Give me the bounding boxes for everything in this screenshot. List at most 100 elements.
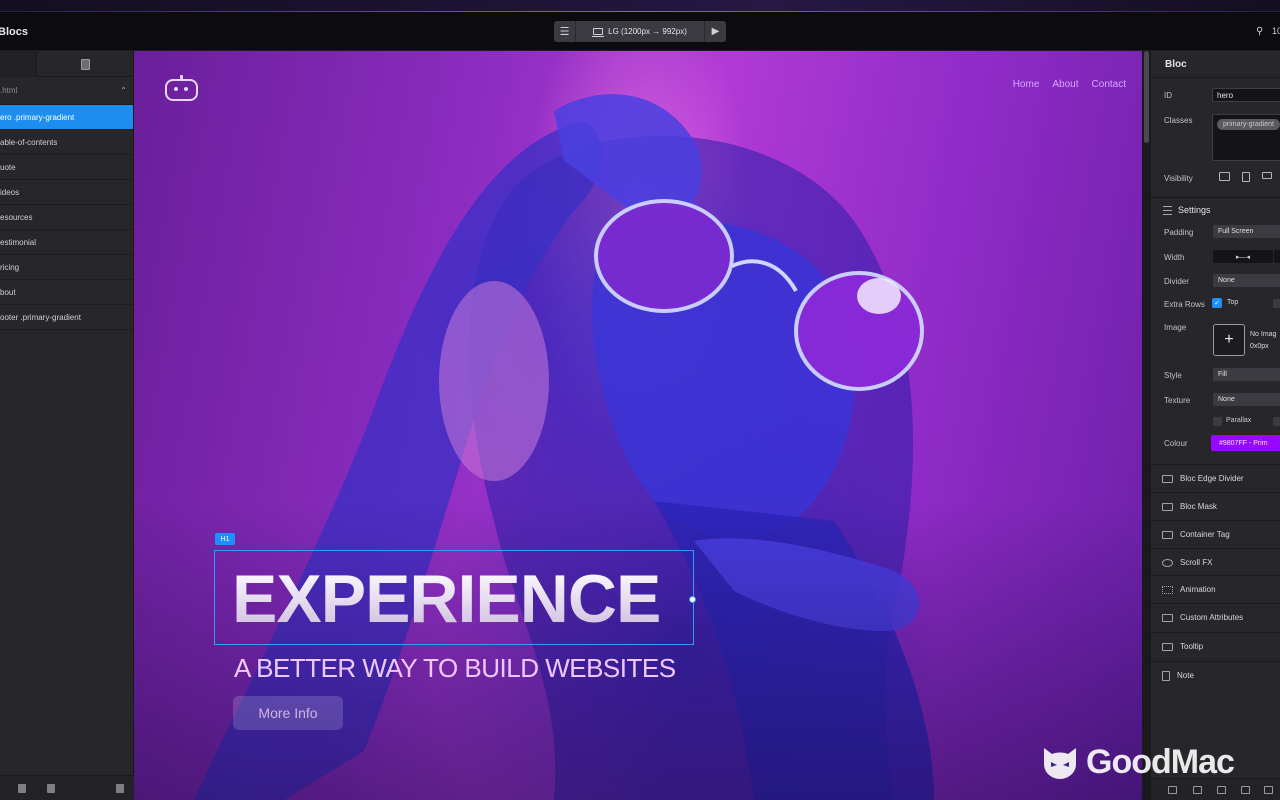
note-icon (1162, 670, 1170, 681)
style-select[interactable]: Fill (1213, 368, 1280, 381)
move-up-icon[interactable] (18, 784, 26, 793)
code-icon[interactable] (1168, 786, 1177, 794)
section-note[interactable]: Note (1151, 661, 1280, 689)
zoom-level[interactable]: 10 (1272, 26, 1280, 36)
bloc-item-resources[interactable]: esources (0, 205, 133, 230)
scroll-fx-icon (1162, 558, 1173, 567)
resize-handle[interactable] (689, 596, 696, 603)
site-nav: Home About Contact (1013, 79, 1126, 90)
width-label: Width (1164, 253, 1185, 262)
settings-title: Settings (1178, 205, 1211, 215)
hero-headline[interactable]: EXPERIENCE (232, 559, 661, 639)
device-breakpoint[interactable]: LG (1200px → 992px) (576, 21, 704, 42)
device-breakpoint-label: LG (1200px → 992px) (608, 27, 687, 36)
section-label: Custom Attributes (1180, 613, 1244, 622)
section-custom-attributes[interactable]: Custom Attributes (1151, 603, 1280, 631)
parallax-extra-checkbox[interactable] (1273, 417, 1280, 426)
section-label: Scroll FX (1180, 558, 1213, 567)
bloc-item-pricing[interactable]: ricing (0, 255, 133, 280)
preview-play-icon[interactable]: ▶ (704, 21, 726, 42)
brush-icon[interactable] (1217, 786, 1226, 794)
edge-divider-icon (1162, 474, 1173, 483)
bloc-item-about[interactable]: bout (0, 280, 133, 305)
window-toolbar: Blocs ☰ LG (1200px → 992px) ▶ ⚲ 10 (0, 0, 1280, 51)
list-icon[interactable] (1241, 786, 1250, 794)
section-animation[interactable]: Animation (1151, 575, 1280, 603)
bloc-item-table-of-contents[interactable]: able-of-contents (0, 130, 133, 155)
width-toggle-contained[interactable]: ▸—◂ (1213, 250, 1273, 263)
bloc-item-videos[interactable]: ideos (0, 180, 133, 205)
tab-blocs[interactable] (0, 51, 37, 77)
image-name: No Imag (1250, 331, 1277, 338)
robot-logo-icon[interactable] (165, 75, 198, 101)
layout-icon[interactable] (1264, 786, 1273, 794)
mask-icon (1162, 502, 1173, 511)
section-label: Animation (1180, 585, 1216, 594)
section-bloc-edge-divider[interactable]: Bloc Edge Divider (1151, 464, 1280, 492)
width-toggle-full[interactable] (1274, 250, 1280, 263)
bloc-item-testimonial[interactable]: estimonial (0, 230, 133, 255)
canvas-scrollbar[interactable] (1142, 51, 1151, 800)
colour-select[interactable]: #9807FF - Prim (1211, 435, 1280, 451)
section-scroll-fx[interactable]: Scroll FX (1151, 548, 1280, 576)
add-image-button[interactable]: + (1213, 324, 1245, 356)
bloc-list: ero .primary-gradient able-of-contents u… (0, 105, 133, 330)
padding-select[interactable]: Full Screen (1213, 225, 1280, 238)
classes-input[interactable]: primary-gradient (1212, 114, 1280, 161)
texture-select[interactable]: None (1213, 393, 1280, 406)
section-tooltip[interactable]: Tooltip (1151, 632, 1280, 660)
image-size: 0x0px (1250, 343, 1269, 350)
parallax-checkbox[interactable] (1213, 417, 1222, 426)
divider-select[interactable]: None (1213, 274, 1280, 287)
image-icon[interactable] (1193, 786, 1202, 794)
tablet-visibility-icon[interactable] (1242, 172, 1250, 182)
section-container-tag[interactable]: Container Tag (1151, 520, 1280, 548)
divider-line (1151, 197, 1280, 198)
desktop-visibility-icon[interactable] (1219, 172, 1230, 181)
extra-rows-bottom-checkbox[interactable] (1273, 299, 1280, 308)
more-info-button[interactable]: More Info (233, 696, 343, 730)
nav-link-about[interactable]: About (1052, 79, 1078, 90)
canvas-scrollbar-thumb[interactable] (1144, 51, 1149, 143)
bloc-item-hero[interactable]: ero .primary-gradient (0, 105, 133, 130)
page-file-name: .html (0, 86, 18, 95)
extra-rows-top-checkbox[interactable]: ✓ (1212, 298, 1222, 308)
visibility-toggles (1219, 172, 1272, 182)
section-bloc-mask[interactable]: Bloc Mask (1151, 492, 1280, 520)
goodmac-watermark: GoodMac (1040, 742, 1235, 782)
id-input[interactable]: hero (1212, 88, 1280, 102)
bloc-item-quote[interactable]: uote (0, 155, 133, 180)
page-selector[interactable]: .html ⌃ (0, 77, 133, 105)
class-chip[interactable]: primary-gradient (1217, 119, 1280, 130)
texture-label: Texture (1164, 396, 1191, 405)
nav-link-home[interactable]: Home (1013, 79, 1040, 90)
inspector-title: Bloc (1151, 51, 1280, 78)
settings-header[interactable]: Settings (1163, 205, 1211, 215)
divider-label: Divider (1164, 277, 1189, 286)
padding-label: Padding (1164, 228, 1194, 237)
move-down-icon[interactable] (47, 784, 55, 793)
laptop-icon (592, 28, 605, 37)
search-icon[interactable]: ⚲ (1256, 26, 1263, 37)
device-selector[interactable]: ☰ LG (1200px → 992px) ▶ (554, 21, 726, 42)
hero-subheadline[interactable]: A BETTER WAY TO BUILD WEBSITES (234, 653, 676, 684)
parallax-label: Parallax (1226, 417, 1252, 424)
left-panel-footer (0, 775, 134, 800)
design-canvas[interactable]: Home About Contact H1 EXPERIENCE A BETTE… (134, 51, 1142, 800)
image-label: Image (1164, 323, 1187, 332)
classes-label: Classes (1164, 116, 1193, 125)
section-label: Bloc Edge Divider (1180, 474, 1244, 483)
style-label: Style (1164, 371, 1182, 380)
tab-pages[interactable] (37, 51, 133, 77)
section-label: Note (1177, 671, 1194, 680)
phone-visibility-icon[interactable] (1262, 172, 1272, 179)
selected-tag-badge: H1 (215, 533, 235, 545)
hamburger-menu-icon[interactable]: ☰ (554, 21, 576, 42)
bloc-list-panel: .html ⌃ ero .primary-gradient able-of-co… (0, 51, 134, 800)
section-label: Container Tag (1180, 530, 1230, 539)
nav-link-contact[interactable]: Contact (1092, 79, 1126, 90)
trash-icon[interactable] (116, 784, 124, 793)
bloc-item-footer[interactable]: ooter .primary-gradient (0, 305, 133, 330)
app-title: Blocs (0, 26, 28, 38)
animation-icon (1162, 585, 1173, 594)
